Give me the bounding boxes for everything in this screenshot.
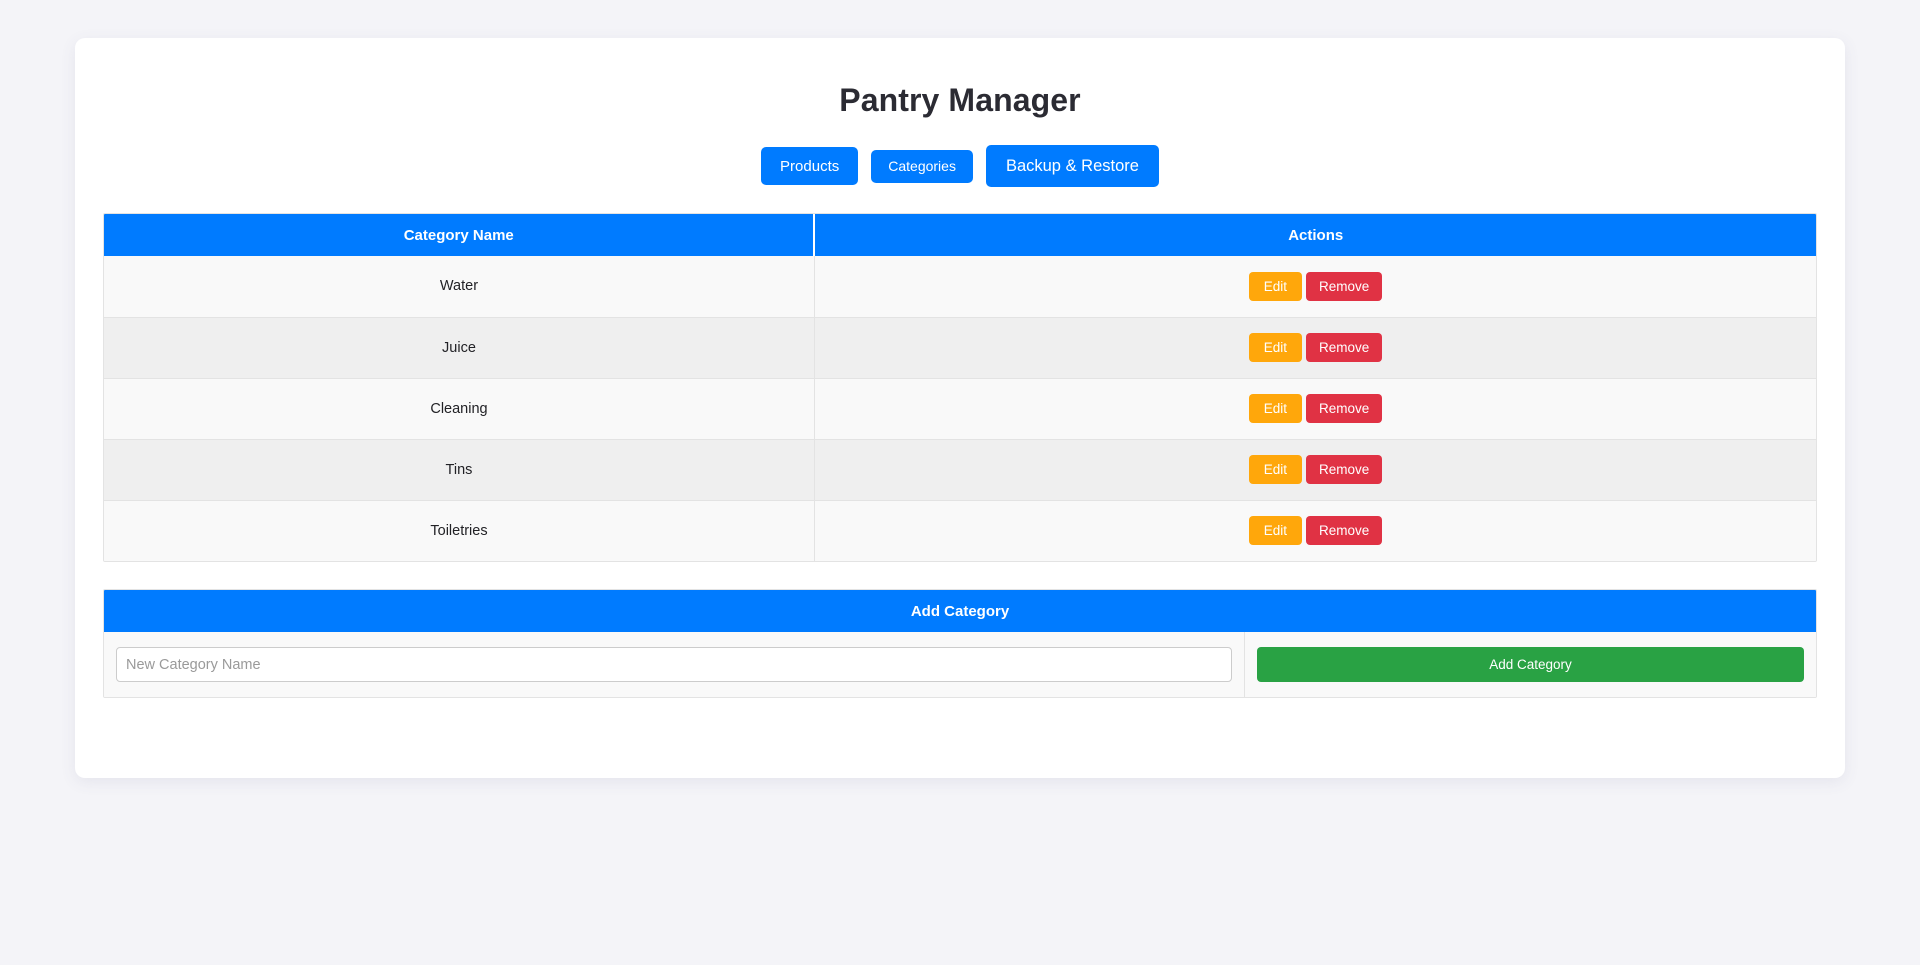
remove-button[interactable]: Remove bbox=[1305, 333, 1383, 362]
app-root: Pantry Manager Products Categories Backu… bbox=[0, 0, 1920, 965]
add-category-panel-body: Add Category bbox=[104, 632, 1816, 697]
nav-button-categories[interactable]: Categories bbox=[871, 149, 973, 183]
cell-category-name: Tins bbox=[104, 439, 815, 501]
remove-button[interactable]: Remove bbox=[1305, 516, 1383, 546]
remove-button[interactable]: Remove bbox=[1305, 455, 1383, 484]
action-group: Edit Remove bbox=[1248, 394, 1383, 423]
table-row: Toiletries Edit Remove bbox=[104, 500, 1816, 561]
cell-actions: Edit Remove bbox=[814, 439, 1816, 501]
new-category-name-input[interactable] bbox=[116, 647, 1232, 682]
table-row: Juice Edit Remove bbox=[104, 317, 1816, 379]
nav-button-products[interactable]: Products bbox=[761, 147, 859, 185]
table-header-row: Category Name Actions bbox=[104, 214, 1816, 256]
remove-button[interactable]: Remove bbox=[1305, 271, 1383, 301]
cell-actions: Edit Remove bbox=[814, 317, 1816, 379]
edit-button[interactable]: Edit bbox=[1248, 455, 1302, 484]
add-category-panel-header: Add Category bbox=[104, 590, 1816, 632]
add-category-panel: Add Category Add Category bbox=[103, 589, 1817, 698]
cell-actions: Edit Remove bbox=[814, 500, 1816, 561]
categories-table-container: Category Name Actions Water Edit Remove bbox=[103, 213, 1817, 562]
cell-category-name: Juice bbox=[104, 317, 815, 379]
edit-button[interactable]: Edit bbox=[1248, 271, 1302, 301]
nav-button-backup-restore[interactable]: Backup & Restore bbox=[985, 145, 1159, 187]
action-group: Edit Remove bbox=[1248, 333, 1383, 362]
table-body: Water Edit Remove Juice Edit Remove Clea… bbox=[104, 256, 1816, 561]
cell-actions: Edit Remove bbox=[814, 378, 1816, 440]
action-group: Edit Remove bbox=[1248, 516, 1383, 546]
categories-table: Category Name Actions Water Edit Remove bbox=[104, 214, 1816, 561]
action-group: Edit Remove bbox=[1248, 271, 1383, 301]
edit-button[interactable]: Edit bbox=[1248, 333, 1302, 362]
main-navigation: Products Categories Backup & Restore bbox=[75, 145, 1845, 187]
main-card: Pantry Manager Products Categories Backu… bbox=[75, 38, 1845, 778]
column-header-actions: Actions bbox=[814, 214, 1816, 256]
table-row: Cleaning Edit Remove bbox=[104, 378, 1816, 440]
add-category-button[interactable]: Add Category bbox=[1257, 647, 1804, 682]
cell-actions: Edit Remove bbox=[814, 256, 1816, 318]
edit-button[interactable]: Edit bbox=[1248, 516, 1302, 546]
table-row: Water Edit Remove bbox=[104, 256, 1816, 318]
edit-button[interactable]: Edit bbox=[1248, 394, 1302, 423]
cell-category-name: Toiletries bbox=[104, 500, 815, 561]
add-category-input-cell bbox=[104, 632, 1245, 697]
cell-category-name: Water bbox=[104, 256, 815, 318]
table-header: Category Name Actions bbox=[104, 214, 1816, 256]
add-category-button-cell: Add Category bbox=[1245, 632, 1816, 697]
table-row: Tins Edit Remove bbox=[104, 439, 1816, 501]
column-header-category-name: Category Name bbox=[104, 214, 816, 256]
action-group: Edit Remove bbox=[1248, 455, 1383, 484]
cell-category-name: Cleaning bbox=[104, 378, 815, 440]
page-title: Pantry Manager bbox=[839, 82, 1081, 118]
remove-button[interactable]: Remove bbox=[1305, 394, 1383, 423]
